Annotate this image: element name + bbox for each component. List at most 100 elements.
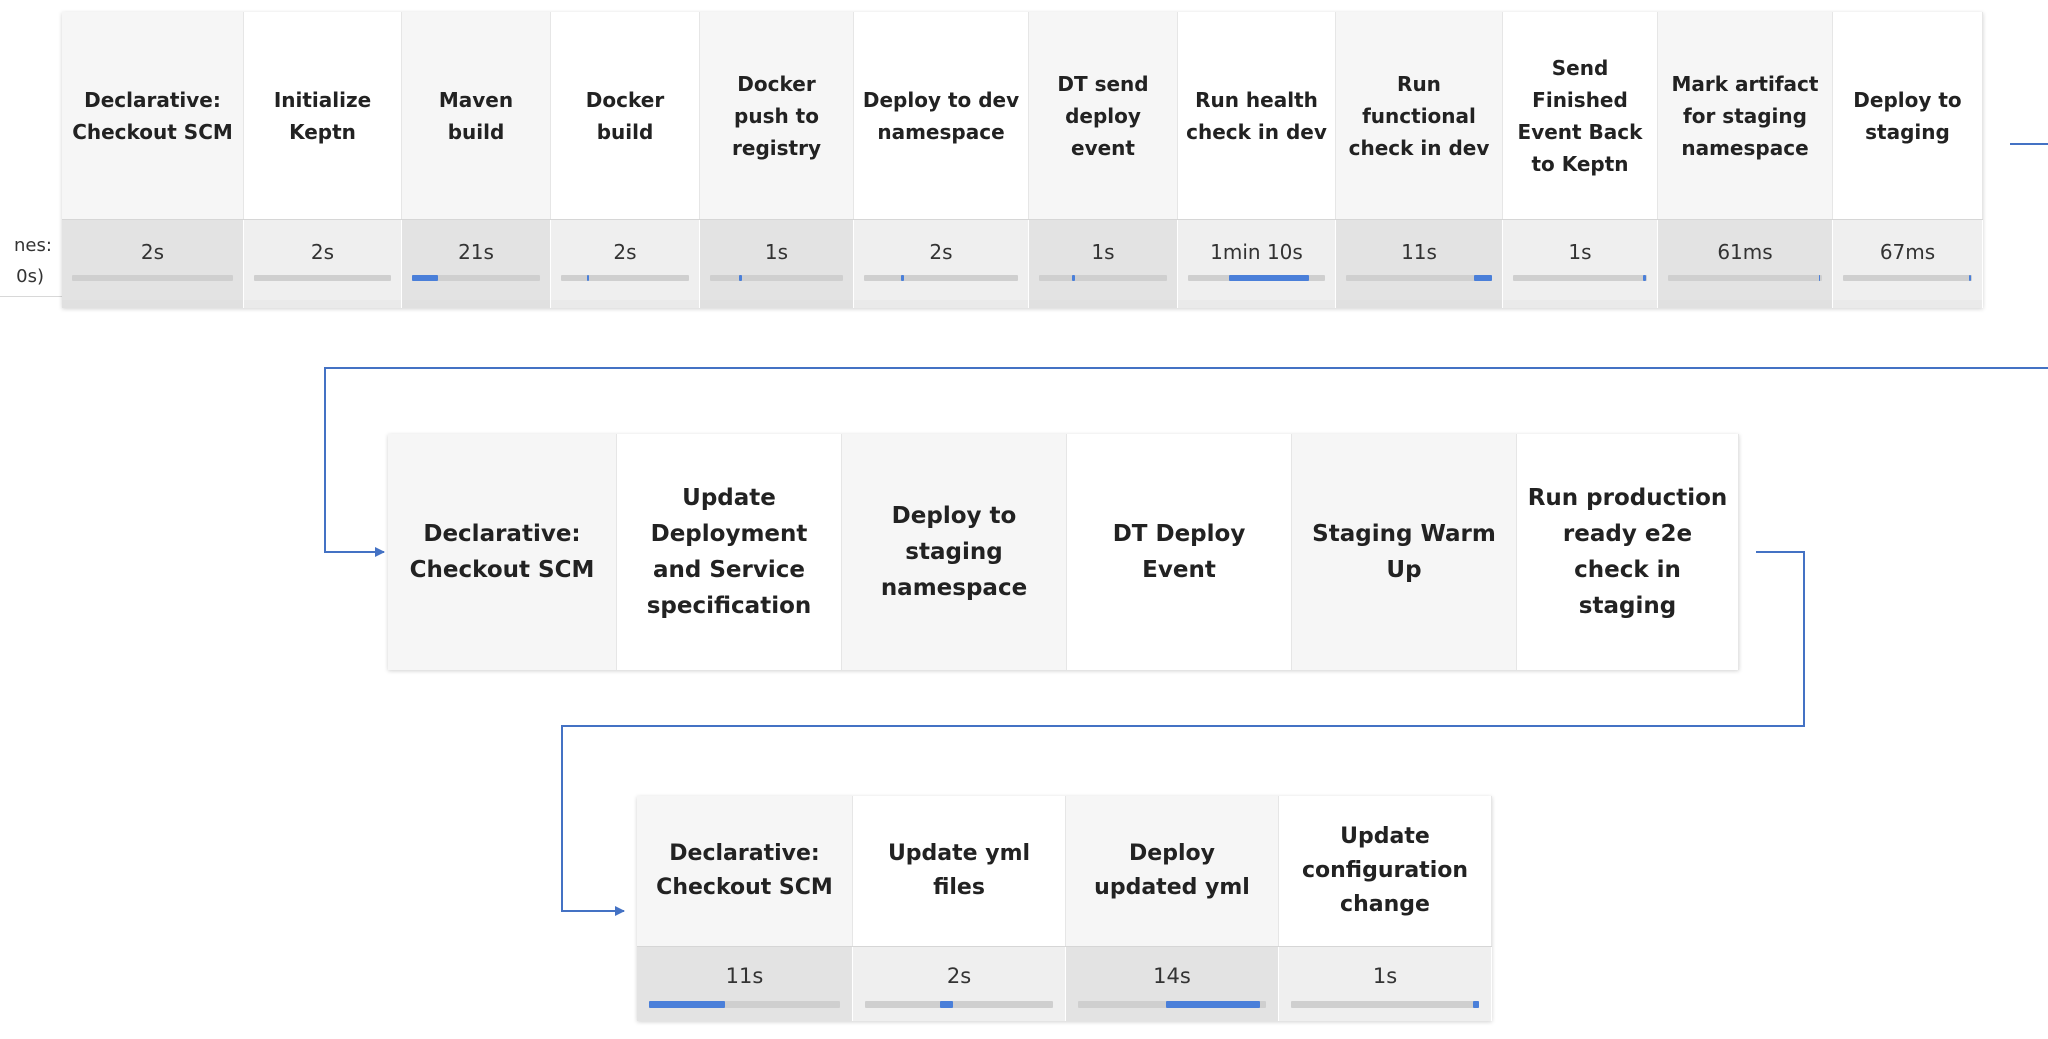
stage-progress-bar — [412, 275, 540, 281]
stage-progress-fill — [586, 275, 590, 281]
stage-duration: 2s — [946, 964, 972, 988]
stage-progress-bar — [72, 275, 233, 281]
stage-footer — [700, 300, 854, 308]
stage-header-row: Declarative: Checkout SCM Update Deploym… — [388, 434, 1739, 670]
stage-progress-fill — [1229, 275, 1309, 281]
stage-progress-fill — [1072, 275, 1075, 281]
stage-duration: 1s — [764, 240, 789, 264]
stage-duration: 2s — [140, 240, 165, 264]
stage-duration: 1min 10s — [1210, 240, 1303, 264]
stage-header[interactable]: Run functional check in dev — [1336, 12, 1503, 219]
stage-progress-bar — [561, 275, 689, 281]
stage-header[interactable]: Update configuration change — [1279, 796, 1492, 946]
stage-progress-bar — [710, 275, 843, 281]
stage-time-row: 11s 2s 14s 1s — [637, 946, 1492, 1021]
stage-progress-bar — [254, 275, 391, 281]
stage-header[interactable]: Run health check in dev — [1178, 12, 1336, 219]
stage-header[interactable]: Docker build — [551, 12, 700, 219]
stage-progress-fill — [1969, 275, 1971, 281]
stage-progress-fill — [1474, 275, 1492, 281]
stage-footer — [1178, 300, 1336, 308]
stage-header[interactable]: Declarative: Checkout SCM — [62, 12, 244, 219]
stage-duration: 21s — [458, 240, 494, 264]
stage-header[interactable]: Initialize Keptn — [244, 12, 402, 219]
stage-footer — [854, 300, 1029, 308]
stage-progress-fill — [1818, 275, 1821, 281]
stage-header[interactable]: Deploy to staging namespace — [842, 434, 1067, 670]
stage-time-cell[interactable]: 1s — [700, 220, 854, 300]
stage-duration: 1s — [1568, 240, 1592, 264]
stage-header[interactable]: Deploy to dev namespace — [854, 12, 1029, 219]
stage-header[interactable]: Maven build — [402, 12, 551, 219]
stage-progress-fill — [739, 275, 742, 281]
stage-header[interactable]: Staging Warm Up — [1292, 434, 1517, 670]
stage-progress-bar — [1668, 275, 1822, 281]
stage-footer — [1658, 300, 1833, 308]
stage-progress-fill — [940, 1001, 954, 1008]
stage-header-row: Declarative: Checkout SCM Initialize Kep… — [62, 12, 1983, 219]
stage-progress-fill — [1642, 275, 1646, 281]
stage-progress-bar — [865, 1001, 1053, 1008]
stage-header[interactable]: Declarative: Checkout SCM — [637, 796, 853, 946]
stage-progress-fill — [1473, 1001, 1479, 1008]
stage-duration: 67ms — [1879, 240, 1936, 264]
pipeline-stage-view-1: Declarative: Checkout SCM Initialize Kep… — [62, 12, 1983, 308]
stage-time-cell[interactable]: 1s — [1029, 220, 1178, 300]
stage-time-cell[interactable]: 21s — [402, 220, 551, 300]
stage-time-cell[interactable]: 67ms — [1833, 220, 1983, 300]
stage-duration: 11s — [725, 964, 764, 988]
stage-duration: 2s — [310, 240, 335, 264]
side-divider — [0, 296, 62, 297]
stage-header[interactable]: Mark artifact for staging namespace — [1658, 12, 1833, 219]
stage-progress-bar — [1843, 275, 1972, 281]
stage-time-cell[interactable]: 2s — [853, 947, 1066, 1021]
stage-header[interactable]: Deploy updated yml — [1066, 796, 1279, 946]
stage-header[interactable]: Update Deployment and Service specificat… — [617, 434, 842, 670]
stage-time-cell[interactable]: 2s — [244, 220, 402, 300]
stage-header[interactable]: Send Finished Event Back to Keptn — [1503, 12, 1658, 219]
stage-duration: 2s — [929, 240, 953, 264]
stage-duration: 11s — [1401, 240, 1437, 264]
stage-header[interactable]: Docker push to registry — [700, 12, 854, 219]
stage-progress-bar — [649, 1001, 840, 1008]
stage-footer — [1029, 300, 1178, 308]
stage-progress-bar — [1188, 275, 1325, 281]
stage-footer-row — [62, 300, 1983, 308]
stage-time-cell[interactable]: 1s — [1503, 220, 1658, 300]
stage-time-cell[interactable]: 2s — [551, 220, 700, 300]
stage-header[interactable]: Declarative: Checkout SCM — [388, 434, 617, 670]
stage-header[interactable]: Update yml files — [853, 796, 1066, 946]
stage-time-cell[interactable]: 11s — [1336, 220, 1503, 300]
side-label-line1: nes: — [14, 235, 52, 256]
stage-header[interactable]: Run production ready e2e check in stagin… — [1517, 434, 1739, 670]
stage-footer — [1833, 300, 1983, 308]
stage-duration: 14s — [1153, 964, 1191, 988]
stage-time-cell[interactable]: 14s — [1066, 947, 1279, 1021]
stage-time-cell[interactable]: 11s — [637, 947, 853, 1021]
stage-footer — [402, 300, 551, 308]
pipeline-stage-view-2: Declarative: Checkout SCM Update Deploym… — [388, 434, 1739, 670]
stage-progress-fill — [900, 275, 905, 281]
stage-footer — [551, 300, 700, 308]
stage-duration: 61ms — [1717, 240, 1773, 264]
stage-header-row: Declarative: Checkout SCM Update yml fil… — [637, 796, 1492, 946]
stage-duration: 1s — [1091, 240, 1115, 264]
stage-header[interactable]: DT Deploy Event — [1067, 434, 1292, 670]
stage-time-cell[interactable]: 2s — [62, 220, 244, 300]
stage-footer — [1503, 300, 1658, 308]
stage-progress-bar — [1513, 275, 1647, 281]
stage-time-row: 2s 2s 21s 2s 1s 2s 1s 1min 10s 11s 1s 61… — [62, 219, 1983, 300]
stage-time-cell[interactable]: 1s — [1279, 947, 1492, 1021]
stage-footer — [1336, 300, 1503, 308]
stage-time-cell[interactable]: 2s — [854, 220, 1029, 300]
stage-progress-fill — [412, 275, 438, 281]
stage-time-cell[interactable]: 61ms — [1658, 220, 1833, 300]
stage-time-cell[interactable]: 1min 10s — [1178, 220, 1336, 300]
stage-header[interactable]: DT send deploy event — [1029, 12, 1178, 219]
side-label-line2: 0s) — [16, 266, 44, 287]
truncated-side-label: nes: 0s) — [14, 230, 52, 292]
stage-progress-bar — [1291, 1001, 1479, 1008]
stage-progress-bar — [1039, 275, 1167, 281]
stage-progress-bar — [1078, 1001, 1266, 1008]
stage-header[interactable]: Deploy to staging — [1833, 12, 1983, 219]
